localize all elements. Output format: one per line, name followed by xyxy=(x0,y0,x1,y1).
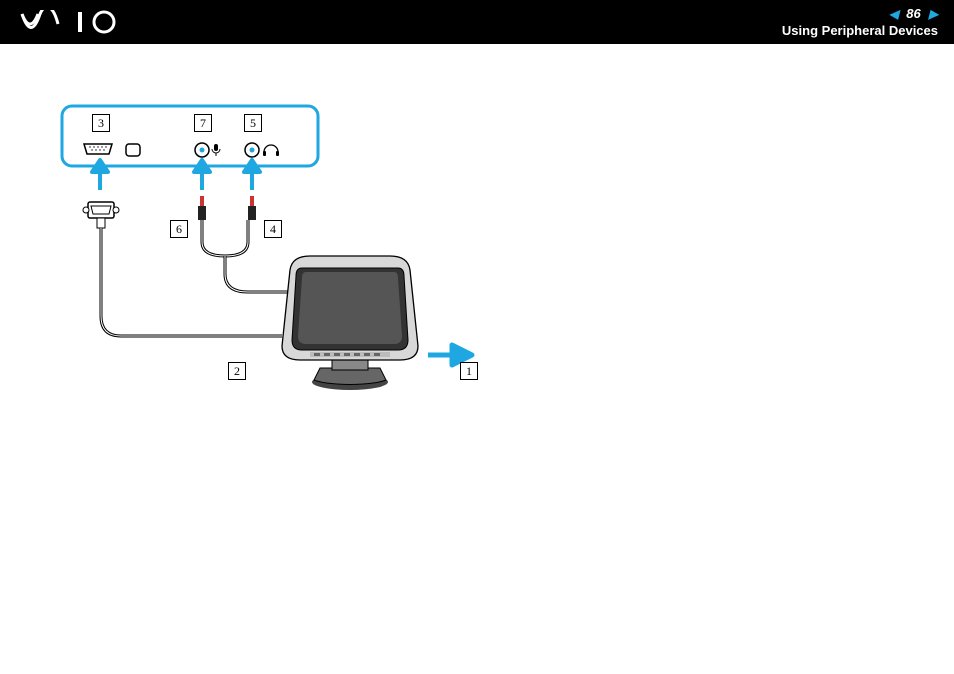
page-number: 86 xyxy=(906,6,920,21)
callout-7: 7 xyxy=(194,114,212,132)
crt-monitor xyxy=(270,250,430,400)
callout-5: 5 xyxy=(244,114,262,132)
callout-1: 1 xyxy=(460,362,478,380)
header-bar: ◀ 86 ▶ Using Peripheral Devices xyxy=(0,0,954,44)
pager: ◀ 86 ▶ xyxy=(889,6,938,21)
connection-diagram: 3 7 5 6 4 2 1 xyxy=(60,100,540,420)
callout-4: 4 xyxy=(264,220,282,238)
arrow-up-vga xyxy=(90,156,110,190)
arrow-up-mic xyxy=(192,156,212,190)
header-right: ◀ 86 ▶ Using Peripheral Devices xyxy=(782,6,938,38)
next-page-icon[interactable]: ▶ xyxy=(929,7,938,21)
prev-page-icon[interactable]: ◀ xyxy=(889,7,898,21)
callout-6: 6 xyxy=(170,220,188,238)
callout-3: 3 xyxy=(92,114,110,132)
vaio-logo xyxy=(20,10,130,34)
section-title: Using Peripheral Devices xyxy=(782,23,938,38)
callout-2: 2 xyxy=(228,362,246,380)
vaio-logo-svg xyxy=(20,10,130,34)
arrow-up-headphone xyxy=(242,156,262,190)
